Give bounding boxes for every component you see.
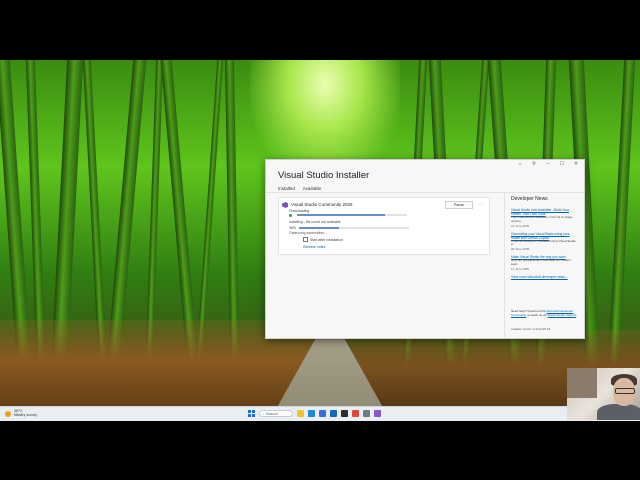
product-name: Visual Studio Community 2026 <box>291 202 353 207</box>
developer-news-panel: Developer News Visual Studio now Availab… <box>511 196 579 279</box>
webcam-overlay <box>567 368 640 420</box>
installer-version: Installer version 3.14.2116.16 <box>511 327 551 331</box>
news-item: Make Visual Studio the way you want Now … <box>511 255 579 271</box>
installer-window: ☼ ⚲ – ☐ ✕ Visual Studio Installer Instal… <box>265 159 585 339</box>
mail-icon[interactable] <box>330 410 337 417</box>
search-icon: ⌕ <box>262 411 264 416</box>
news-title: Developer News <box>511 196 548 202</box>
divider <box>266 192 584 193</box>
start-after-checkbox[interactable]: Start after installation <box>303 237 343 242</box>
file-explorer-icon[interactable] <box>297 410 304 417</box>
windows-start-icon[interactable] <box>248 410 255 417</box>
download-status-label: Downloading <box>289 209 310 213</box>
sidebar-divider <box>504 193 505 338</box>
download-progress-bar <box>297 214 407 216</box>
window-controls: ☼ ⚲ – ☐ ✕ <box>516 161 580 167</box>
product-card: Visual Studio Community 2026 Pause ··· D… <box>278 197 490 255</box>
checkbox-label: Start after installation <box>310 237 343 242</box>
visual-studio-icon <box>282 202 288 208</box>
download-progress-fill <box>297 214 385 216</box>
window-title: Visual Studio Installer <box>278 170 370 181</box>
more-news-link[interactable]: View more Microsoft developer news... <box>511 275 579 279</box>
close-button[interactable]: ✕ <box>572 161 580 167</box>
help-suffix: . <box>576 312 578 317</box>
taskbar: 28°C Mostly sunny ⌕ Search <box>0 406 640 421</box>
weather-desc: Mostly sunny <box>14 412 38 417</box>
support-link[interactable]: Visual Studio Support <box>548 313 577 317</box>
store-icon[interactable] <box>319 410 326 417</box>
install-progress-fill <box>299 227 339 229</box>
terminal-icon[interactable] <box>341 410 348 417</box>
news-date: 20 June 2025 <box>511 247 530 252</box>
more-options-icon[interactable]: ··· <box>479 202 483 207</box>
help-text: Need help? Check out the Microsoft Devel… <box>511 309 579 318</box>
weather-text: 28°C Mostly sunny <box>14 409 38 417</box>
help-middle: or reach us via <box>526 312 548 317</box>
sun-icon[interactable]: ☼ <box>516 161 524 167</box>
search-placeholder: Search <box>265 411 278 416</box>
news-description: The 1 last version available in Cumul of… <box>511 215 573 223</box>
news-description: If you're building or troubleshooting Vi… <box>511 238 576 247</box>
webcam-background-shelf <box>567 368 597 398</box>
weather-sun-icon <box>5 410 11 417</box>
status-check-icon <box>289 214 292 217</box>
news-item: Generating your Visual Basic using your … <box>511 232 579 252</box>
edge-icon[interactable] <box>308 410 315 417</box>
pause-button[interactable]: Pause <box>445 201 473 209</box>
chrome-icon[interactable] <box>352 410 359 417</box>
taskbar-search[interactable]: ⌕ Search <box>259 410 293 417</box>
news-date: 23 June 2025 <box>511 223 530 228</box>
weather-widget[interactable]: 28°C Mostly sunny <box>5 409 38 417</box>
install-status-label: Installing - file count not available <box>289 220 341 224</box>
webcam-person-body <box>597 404 640 420</box>
settings-icon[interactable] <box>363 410 370 417</box>
install-sub-status: Optimizing assemblies... <box>289 231 327 235</box>
install-progress-bar <box>299 227 409 229</box>
webcam-person-glasses <box>615 388 635 394</box>
news-description: Now our pre-personal, focus after for mo… <box>511 258 571 266</box>
install-percent: 36% <box>289 226 297 230</box>
maximize-button[interactable]: ☐ <box>558 161 566 167</box>
release-notes-link[interactable]: Release notes <box>303 245 325 249</box>
feedback-icon[interactable]: ⚲ <box>530 161 538 167</box>
visual-studio-icon[interactable] <box>374 410 381 417</box>
minimize-button[interactable]: – <box>544 161 552 167</box>
news-date: 11 June 2025 <box>511 266 529 271</box>
news-item: Visual Studio now Available - Build Your… <box>511 208 579 228</box>
checkbox-box[interactable] <box>303 237 308 242</box>
taskbar-apps: ⌕ Search <box>248 410 381 417</box>
